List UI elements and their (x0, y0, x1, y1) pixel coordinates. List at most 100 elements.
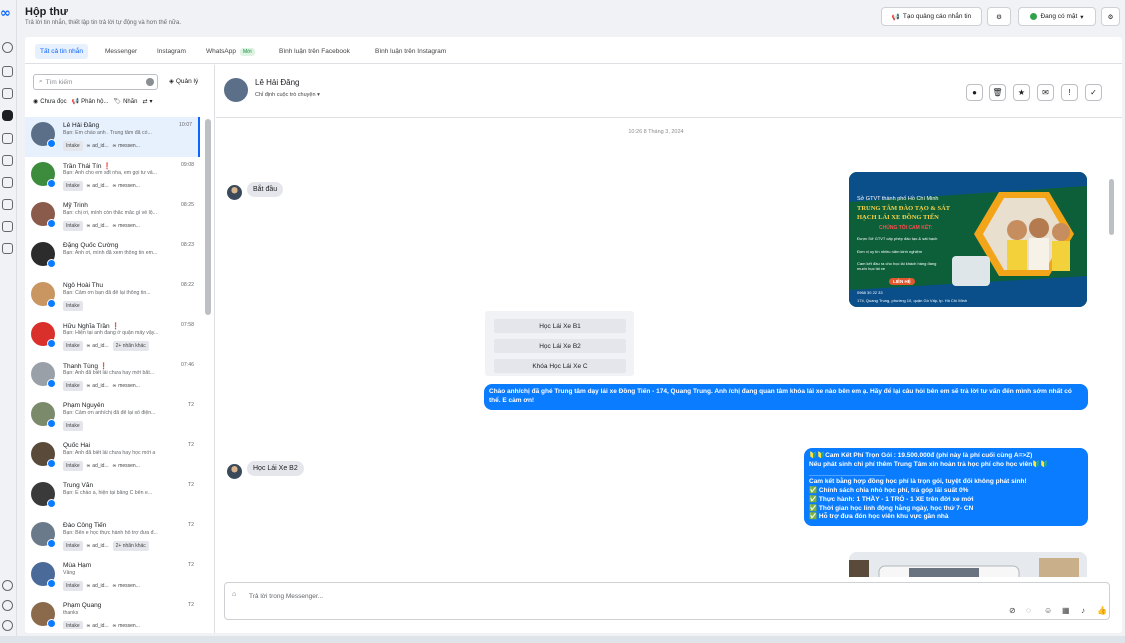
label-tag[interactable]: ∞ messen... (113, 221, 140, 231)
label-tag[interactable]: ∞ messen... (113, 461, 140, 471)
avatar[interactable] (224, 78, 248, 102)
outgoing-message[interactable]: Chào anh/chị đã ghé Trung tâm dạy lái xe… (484, 384, 1088, 410)
label-tag[interactable]: ∞ messen... (113, 381, 140, 391)
label-tag[interactable]: ∞ ad_id... (87, 621, 109, 629)
tab-messenger[interactable]: Messenger (100, 44, 142, 59)
ads-icon[interactable] (2, 155, 13, 166)
label-tag[interactable]: Intake (63, 141, 83, 151)
status-dropdown[interactable]: Đang có mặt ▾ (1018, 7, 1096, 26)
label-tag[interactable]: ∞ ad_id... (87, 141, 109, 151)
conversation-item[interactable]: Thanh Tùng ❗ Bạn: Anh đã biết lái chưa ha… (25, 357, 200, 397)
search-input[interactable]: ⌕ Tìm kiếm (33, 74, 158, 90)
label-tag[interactable]: Intake (63, 461, 83, 471)
label-tag[interactable]: Intake (63, 381, 83, 391)
avatar-icon[interactable] (2, 42, 13, 53)
tab-instagram[interactable]: Instagram (152, 44, 191, 59)
offer-message[interactable]: 🔰🔰Cam Kết Phí Trọn Gói : 19.500.000đ (ph… (804, 448, 1088, 527)
manage-button[interactable]: ◈ Quản lý (169, 77, 198, 85)
label-tag[interactable]: ∞ ad_id... (87, 221, 109, 231)
label-tag[interactable]: Intake (63, 221, 83, 231)
star-button[interactable]: ★ (1013, 84, 1030, 101)
create-ad-button[interactable]: 📢 Tạo quảng cáo nhắn tin (881, 7, 982, 26)
search-icon[interactable] (2, 580, 13, 591)
conversation-item[interactable]: Đào Công Tiến Bạn: Bên e học thực hành hỗ… (25, 517, 200, 557)
spam-button[interactable]: ! (1061, 84, 1078, 101)
quick-reply-button[interactable]: Học Lái Xe B2 (494, 339, 626, 353)
tab-instagram-comments[interactable]: Bình luận trên Instagram (370, 44, 451, 59)
conversation-item[interactable]: Ngô Hoài Thu Bạn: Cảm ơn bạn đã để lại th… (25, 277, 200, 317)
thumbs-up-icon[interactable]: 👍 (1097, 606, 1107, 615)
conversation-item[interactable]: Đặng Quốc Cường Bạn: Anh ơi, mình đã xem … (25, 237, 200, 277)
integrations-button[interactable]: ⚙ (987, 7, 1011, 26)
label-tag[interactable]: Intake (63, 181, 83, 191)
calendar-icon[interactable] (2, 177, 13, 188)
label-tag[interactable]: 2+ nhãn khác (112, 541, 149, 551)
filter-labels[interactable]: 🏷 Nhãn (113, 98, 137, 106)
tab-whatsapp[interactable]: WhatsApp Mới (201, 44, 260, 59)
tools-icon[interactable] (2, 221, 13, 232)
label-tag[interactable]: ∞ messen... (113, 181, 140, 191)
mic-icon[interactable]: ♪ (1081, 606, 1085, 615)
assign-dropdown[interactable]: Chỉ định cuộc trò chuyện ▾ (255, 92, 320, 98)
incoming-message[interactable]: Học Lái Xe B2 (247, 461, 304, 476)
menu-icon[interactable] (2, 243, 13, 254)
settings-button[interactable]: ⚙ (1101, 7, 1120, 26)
label-tag[interactable]: ∞ messen... (113, 621, 140, 629)
list-scrollbar[interactable] (205, 119, 211, 315)
conversation-item[interactable]: Lê Hải Đăng Bạn: Em chào anh . Trung tâm … (25, 117, 200, 157)
conversation-item[interactable]: Hữu Nghĩa Trần ❗ Bạn: Hiện tại anh đang ở… (25, 317, 200, 357)
contact-name[interactable]: Lê Hải Đăng (255, 78, 299, 87)
tab-all[interactable]: Tất cả tin nhắn (35, 44, 88, 59)
incoming-message[interactable]: Bắt đầu (247, 182, 284, 197)
conversation-item[interactable]: Mùa Hạm Vâng T2 Intake ∞ ad_id... ∞ messen... (25, 557, 200, 597)
label-tag[interactable]: ∞ ad_id... (87, 181, 109, 191)
label-tag[interactable]: Intake (63, 581, 83, 591)
help-icon[interactable] (2, 620, 13, 631)
label-tag[interactable]: ∞ ad_id... (87, 381, 109, 391)
conversation-item[interactable]: Trung Văn Bạn: E chào a, hiện tại bằng C … (25, 477, 200, 517)
quick-reply-button[interactable]: Học Lái Xe B1 (494, 319, 626, 333)
thread-scrollbar[interactable] (1109, 179, 1114, 235)
label-tag[interactable]: Intake (63, 341, 83, 351)
table-icon[interactable]: ▦ (1062, 606, 1070, 615)
content-icon[interactable] (2, 133, 13, 144)
label-tag[interactable]: ∞ ad_id... (87, 341, 109, 351)
filter-segment[interactable]: 📢 Phân hộ... (72, 98, 109, 106)
insights-icon[interactable] (2, 199, 13, 210)
conversation-item[interactable]: Phạm Nguyên Bạn: Cảm ơn anh/chị đã để lại… (25, 397, 200, 437)
filter-unread[interactable]: ◉ Chưa đọc (33, 98, 67, 106)
conversation-item[interactable]: Quốc Hai Bạn: Anh đã biết lái chưa hay họ… (25, 437, 200, 477)
home-icon[interactable] (2, 66, 13, 77)
meta-logo-icon[interactable]: ∞ (0, 6, 11, 21)
label-tag[interactable]: ∞ ad_id... (87, 461, 109, 471)
label-tag[interactable]: ∞ ad_id... (87, 541, 109, 551)
tab-facebook-comments[interactable]: Bình luận trên Facebook (274, 44, 355, 59)
mark-unread-button[interactable]: ✉ (1037, 84, 1054, 101)
attach-icon[interactable]: ⊘ (1009, 606, 1016, 615)
emoji-icon[interactable]: ☺ (1044, 606, 1052, 615)
settings-icon[interactable] (2, 600, 13, 611)
chat-bubble-icon[interactable]: ◌ (1026, 606, 1031, 615)
reply-box[interactable]: ⌂ Trả lời trong Messenger... ⊘ ◌ ☺ ▦ ♪ 👍 (224, 582, 1110, 620)
info-button[interactable]: ● (966, 84, 983, 101)
photo-message[interactable] (849, 552, 1087, 577)
done-button[interactable]: ✓ (1085, 84, 1102, 101)
conversation-item[interactable]: Phạm Quang thanks T2 Intake ∞ ad_id... ∞ messen… (25, 597, 200, 629)
label-tag[interactable]: 2+ nhãn khác (112, 341, 149, 351)
quick-reply-button[interactable]: Khóa Học Lái Xe C (494, 359, 626, 373)
delete-button[interactable]: 🗑 (989, 84, 1006, 101)
label-tag[interactable]: Intake (63, 421, 83, 431)
label-tag[interactable]: Intake (63, 621, 83, 629)
more-filters-button[interactable]: ⇄ ▾ (142, 98, 152, 105)
label-tag[interactable]: Intake (63, 301, 83, 311)
inbox-icon[interactable] (2, 110, 13, 121)
label-tag[interactable]: Intake (63, 541, 83, 551)
label-tag[interactable]: ∞ messen... (113, 141, 140, 151)
conversation-item[interactable]: Trần Thái Tín ❗ Bạn: Anh cho em sđt nha, … (25, 157, 200, 197)
conversation-item[interactable]: Mỹ Trinh Bạn: chị ơi, mình còn thắc mắc g… (25, 197, 200, 237)
clear-icon[interactable] (146, 78, 154, 86)
label-tag[interactable]: ∞ ad_id... (87, 581, 109, 591)
label-tag[interactable]: ∞ messen... (113, 581, 140, 591)
promo-image[interactable]: Sở GTVT thành phố Hồ Chí Minh TRUNG TÂM … (849, 172, 1087, 307)
bell-icon[interactable] (2, 88, 13, 99)
